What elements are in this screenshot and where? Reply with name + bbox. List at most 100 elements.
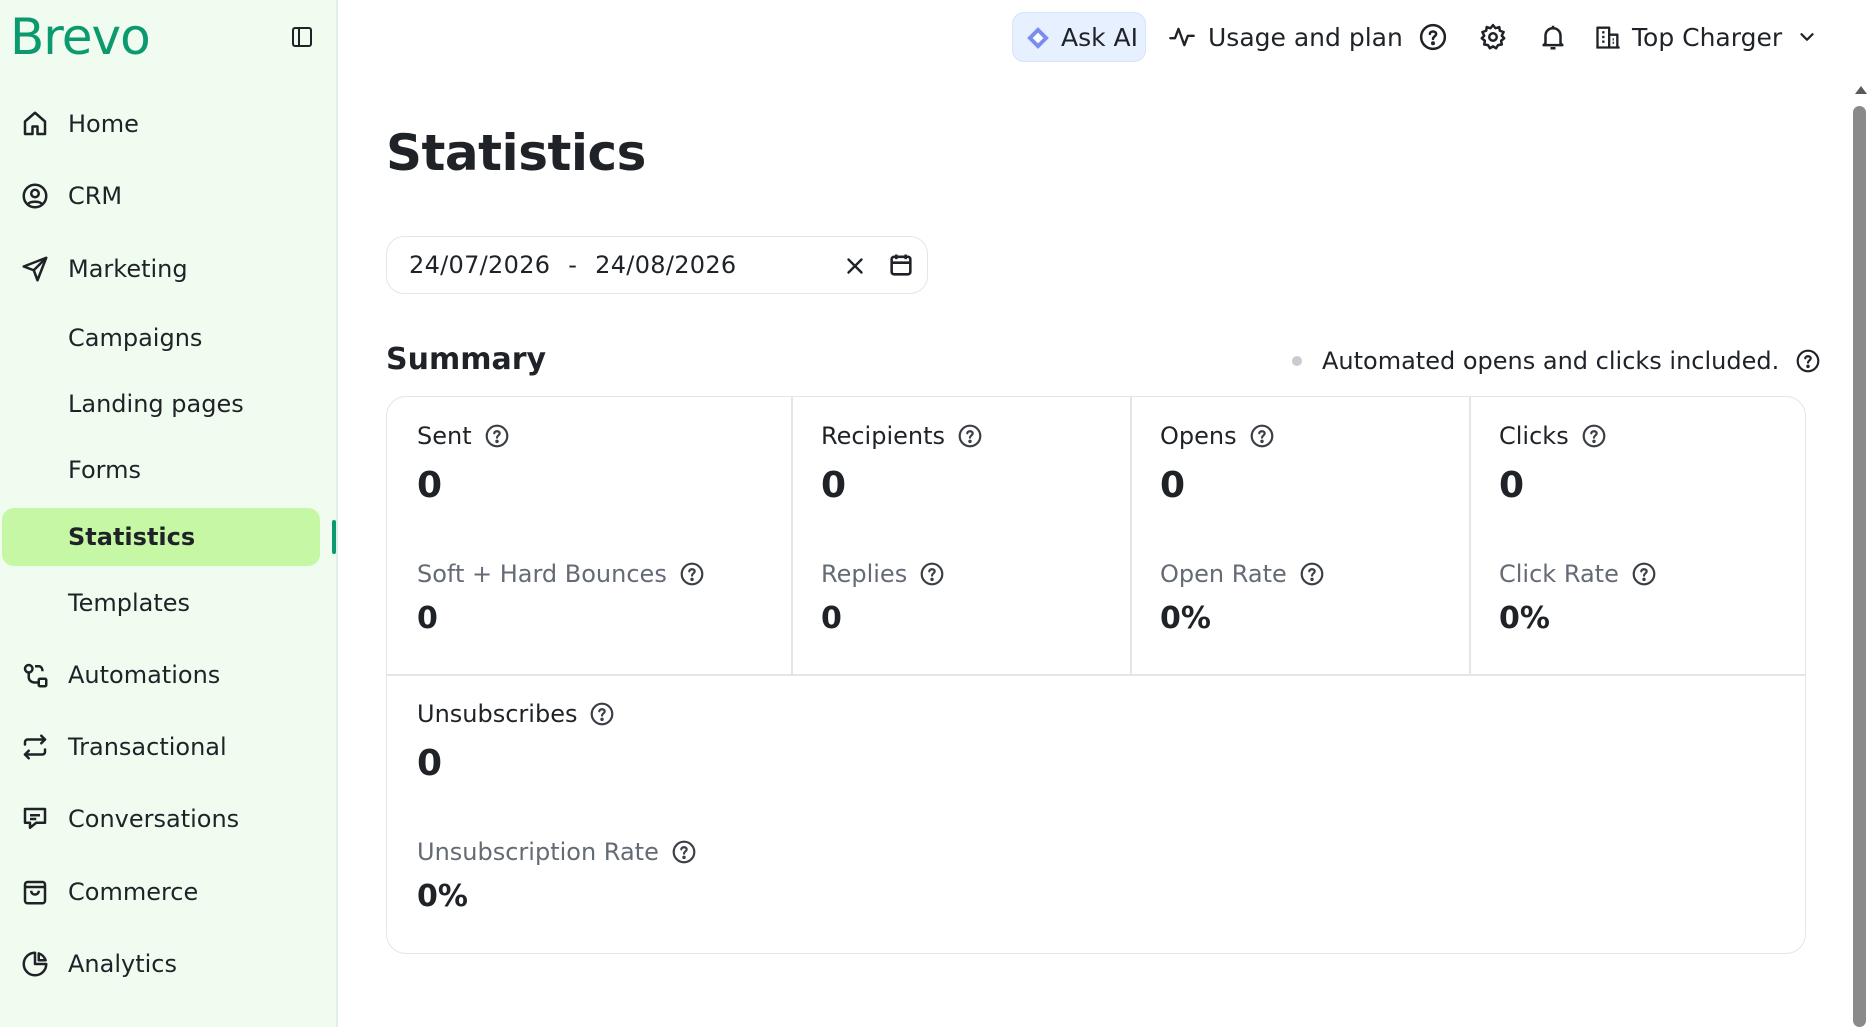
- sidebar-item-automations[interactable]: Automations: [0, 646, 322, 704]
- sidebar-item-label: Marketing: [68, 255, 188, 283]
- sidebar-subitem-landing-pages[interactable]: Landing pages: [2, 375, 320, 433]
- bell-icon[interactable]: [1538, 22, 1568, 52]
- metric-opens: Opens 0: [1160, 419, 1275, 506]
- help-icon[interactable]: [671, 839, 697, 865]
- metric-open-rate: Open Rate 0%: [1160, 557, 1325, 636]
- activity-icon: [1169, 27, 1195, 47]
- arrows-exchange-icon: [23, 734, 47, 760]
- metric-label-text: Unsubscription Rate: [417, 838, 659, 866]
- metric-clicks: Clicks 0: [1499, 419, 1607, 506]
- help-icon[interactable]: [957, 423, 983, 449]
- sidebar-item-label: Home: [68, 110, 139, 138]
- metric-label-text: Click Rate: [1499, 560, 1619, 588]
- metric-label-text: Recipients: [821, 422, 946, 450]
- help-icon[interactable]: [919, 561, 945, 587]
- sidebar-item-label: Commerce: [68, 878, 199, 906]
- date-separator: -: [568, 251, 578, 279]
- metric-value: 0: [417, 465, 443, 506]
- building-icon: [1596, 26, 1620, 49]
- help-icon[interactable]: [484, 423, 510, 449]
- metric-label-text: Soft + Hard Bounces: [417, 560, 667, 588]
- help-icon[interactable]: [1631, 561, 1657, 587]
- help-icon[interactable]: [1581, 423, 1607, 449]
- help-icon[interactable]: [679, 561, 705, 587]
- sidebar-item-label: Automations: [68, 661, 221, 689]
- automation-icon: [23, 663, 48, 688]
- sidebar-item-marketing[interactable]: Marketing: [0, 240, 322, 298]
- sidebar-item-transactional[interactable]: Transactional: [0, 718, 322, 776]
- metric-label: Opens: [1160, 419, 1275, 453]
- metric-unsubscribes: Unsubscribes 0: [417, 697, 615, 784]
- sidebar-subitem-label: Statistics: [68, 523, 196, 551]
- metric-value: 0%: [417, 879, 468, 914]
- paper-plane-icon: [22, 256, 48, 282]
- metric-label: Unsubscription Rate: [417, 835, 697, 869]
- status-dot: [1292, 356, 1302, 366]
- metric-sent: Sent 0: [417, 419, 510, 506]
- metric-label: Sent: [417, 419, 510, 453]
- metric-label-text: Opens: [1160, 422, 1237, 450]
- sidebar-item-commerce[interactable]: Commerce: [0, 863, 322, 921]
- help-icon[interactable]: [1299, 561, 1325, 587]
- metric-replies: Replies 0: [821, 557, 945, 636]
- help-icon[interactable]: [1795, 348, 1821, 374]
- metric-value: 0%: [1499, 601, 1550, 636]
- metric-label-text: Replies: [821, 560, 908, 588]
- ai-sparkle-icon: [1027, 27, 1049, 49]
- date-range-text: 24/07/2026 - 24/08/2026: [409, 251, 737, 279]
- usage-and-plan-label: Usage and plan: [1208, 22, 1403, 52]
- metric-label-text: Unsubscribes: [417, 700, 578, 728]
- date-range-picker[interactable]: 24/07/2026 - 24/08/2026: [386, 236, 928, 294]
- calendar-icon[interactable]: [887, 251, 915, 279]
- scroll-up-arrow[interactable]: [1855, 86, 1867, 94]
- sidebar-subitem-forms[interactable]: Forms: [2, 441, 320, 499]
- metric-label: Open Rate: [1160, 557, 1325, 591]
- metric-value: 0: [1499, 465, 1525, 506]
- chevron-down-icon: [1800, 33, 1814, 41]
- sidebar-item-analytics[interactable]: Analytics: [0, 935, 322, 993]
- metric-label: Click Rate: [1499, 557, 1657, 591]
- sidebar-subitem-campaigns[interactable]: Campaigns: [2, 309, 320, 367]
- sidebar-item-conversations[interactable]: Conversations: [0, 790, 322, 848]
- usage-and-plan-button[interactable]: Usage and plan: [1168, 12, 1403, 62]
- organization-switcher[interactable]: Top Charger: [1594, 12, 1818, 62]
- metric-recipients: Recipients 0: [821, 419, 983, 506]
- sidebar-item-home[interactable]: Home: [0, 95, 322, 153]
- brevo-logo[interactable]: Brevo: [10, 8, 151, 66]
- shopping-bag-icon: [23, 880, 47, 905]
- metric-label-text: Clicks: [1499, 422, 1569, 450]
- ask-ai-button[interactable]: Ask AI: [1012, 12, 1146, 62]
- metric-click-rate: Click Rate 0%: [1499, 557, 1657, 636]
- organization-name: Top Charger: [1632, 22, 1783, 52]
- pie-chart-icon: [22, 951, 48, 977]
- metric-label-text: Open Rate: [1160, 560, 1287, 588]
- sidebar-toggle-icon[interactable]: [290, 25, 314, 49]
- close-icon[interactable]: [842, 253, 868, 279]
- sidebar-subitem-templates[interactable]: Templates: [2, 574, 320, 632]
- metric-unsubscription-rate: Unsubscription Rate 0%: [417, 835, 697, 914]
- divider: [791, 397, 793, 675]
- sidebar-subitem-label: Campaigns: [68, 324, 203, 352]
- sidebar-item-label: Transactional: [68, 733, 227, 761]
- metric-label: Clicks: [1499, 419, 1607, 453]
- summary-card: Sent 0 Recipients 0 Opens 0 Clicks 0 Sof…: [386, 396, 1806, 954]
- sidebar-item-crm[interactable]: CRM: [0, 167, 322, 225]
- divider: [1130, 397, 1132, 675]
- date-end: 24/08/2026: [595, 251, 737, 279]
- divider: [387, 674, 1805, 676]
- sidebar-subitem-statistics[interactable]: Statistics: [2, 508, 320, 566]
- page-title: Statistics: [386, 124, 646, 182]
- help-icon[interactable]: [1418, 22, 1448, 52]
- help-icon[interactable]: [1249, 423, 1275, 449]
- sidebar: Brevo Home CRM Marketing Campaigns Landi…: [0, 0, 338, 1027]
- automated-opens-note-text: Automated opens and clicks included.: [1322, 347, 1780, 375]
- scrollbar-thumb[interactable]: [1853, 106, 1866, 1027]
- gear-icon[interactable]: [1478, 22, 1508, 52]
- sidebar-subitem-label: Landing pages: [68, 390, 244, 418]
- help-icon[interactable]: [589, 701, 615, 727]
- automated-opens-note: Automated opens and clicks included.: [1292, 344, 1821, 378]
- metric-label: Recipients: [821, 419, 983, 453]
- metric-value: 0: [821, 465, 847, 506]
- metric-value: 0: [1160, 465, 1186, 506]
- metric-value: 0: [821, 601, 842, 636]
